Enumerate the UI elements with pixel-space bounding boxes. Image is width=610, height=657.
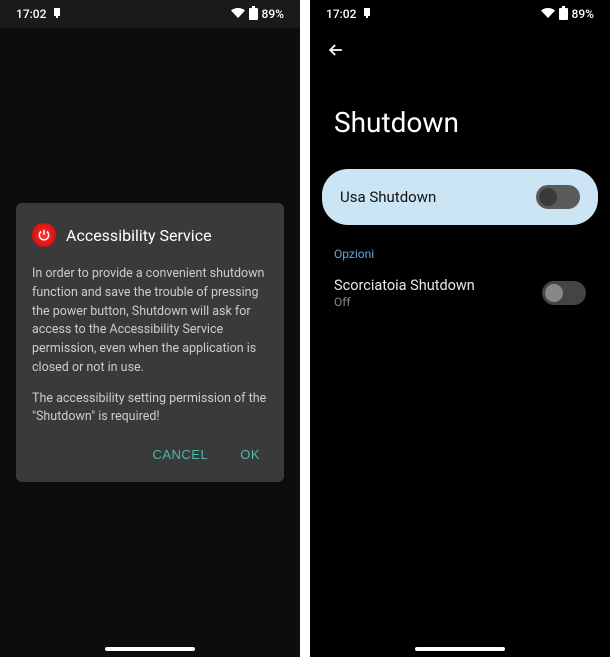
section-label: Opzioni — [310, 225, 610, 269]
gesture-bar[interactable] — [105, 647, 195, 651]
shortcut-title: Scorciatoia Shutdown — [334, 277, 542, 294]
wifi-icon — [231, 7, 245, 21]
statusbar: 17:02 89% — [0, 0, 300, 28]
back-icon[interactable] — [326, 45, 346, 64]
cancel-button[interactable]: CANCEL — [148, 439, 212, 470]
main-toggle-label: Usa Shutdown — [340, 188, 436, 206]
battery-icon — [249, 6, 258, 23]
battery-icon — [559, 6, 568, 23]
shortcut-toggle-switch[interactable] — [542, 281, 586, 305]
wifi-icon — [541, 7, 555, 21]
phone-screen-left: 17:02 89% Accessibility Service — [0, 0, 300, 657]
shortcut-sub: Off — [334, 295, 542, 309]
power-icon — [32, 223, 56, 247]
ok-button[interactable]: OK — [236, 439, 264, 470]
notification-icon — [52, 7, 62, 22]
statusbar: 17:02 89% — [310, 0, 610, 28]
dialog-title: Accessibility Service — [66, 226, 212, 245]
phone-screen-right: 17:02 89% Shutdown Usa Shutdown Opzioni — [310, 0, 610, 657]
notification-icon — [362, 7, 372, 22]
dialog-paragraph-1: In order to provide a convenient shutdow… — [32, 265, 268, 378]
shortcut-setting-row[interactable]: Scorciatoia Shutdown Off — [310, 269, 610, 317]
statusbar-time: 17:02 — [326, 7, 356, 21]
main-toggle-card[interactable]: Usa Shutdown — [322, 169, 598, 225]
gesture-bar[interactable] — [415, 647, 505, 651]
statusbar-battery: 89% — [262, 7, 284, 21]
statusbar-time: 17:02 — [16, 7, 46, 21]
dialog-paragraph-2: The accessibility setting permission of … — [32, 390, 268, 428]
accessibility-dialog: Accessibility Service In order to provid… — [16, 203, 284, 482]
statusbar-battery: 89% — [572, 7, 594, 21]
dialog-backdrop[interactable]: Accessibility Service In order to provid… — [0, 28, 300, 657]
page-title: Shutdown — [310, 76, 610, 163]
main-toggle-switch[interactable] — [536, 185, 580, 209]
dialog-body: In order to provide a convenient shutdow… — [32, 265, 268, 427]
